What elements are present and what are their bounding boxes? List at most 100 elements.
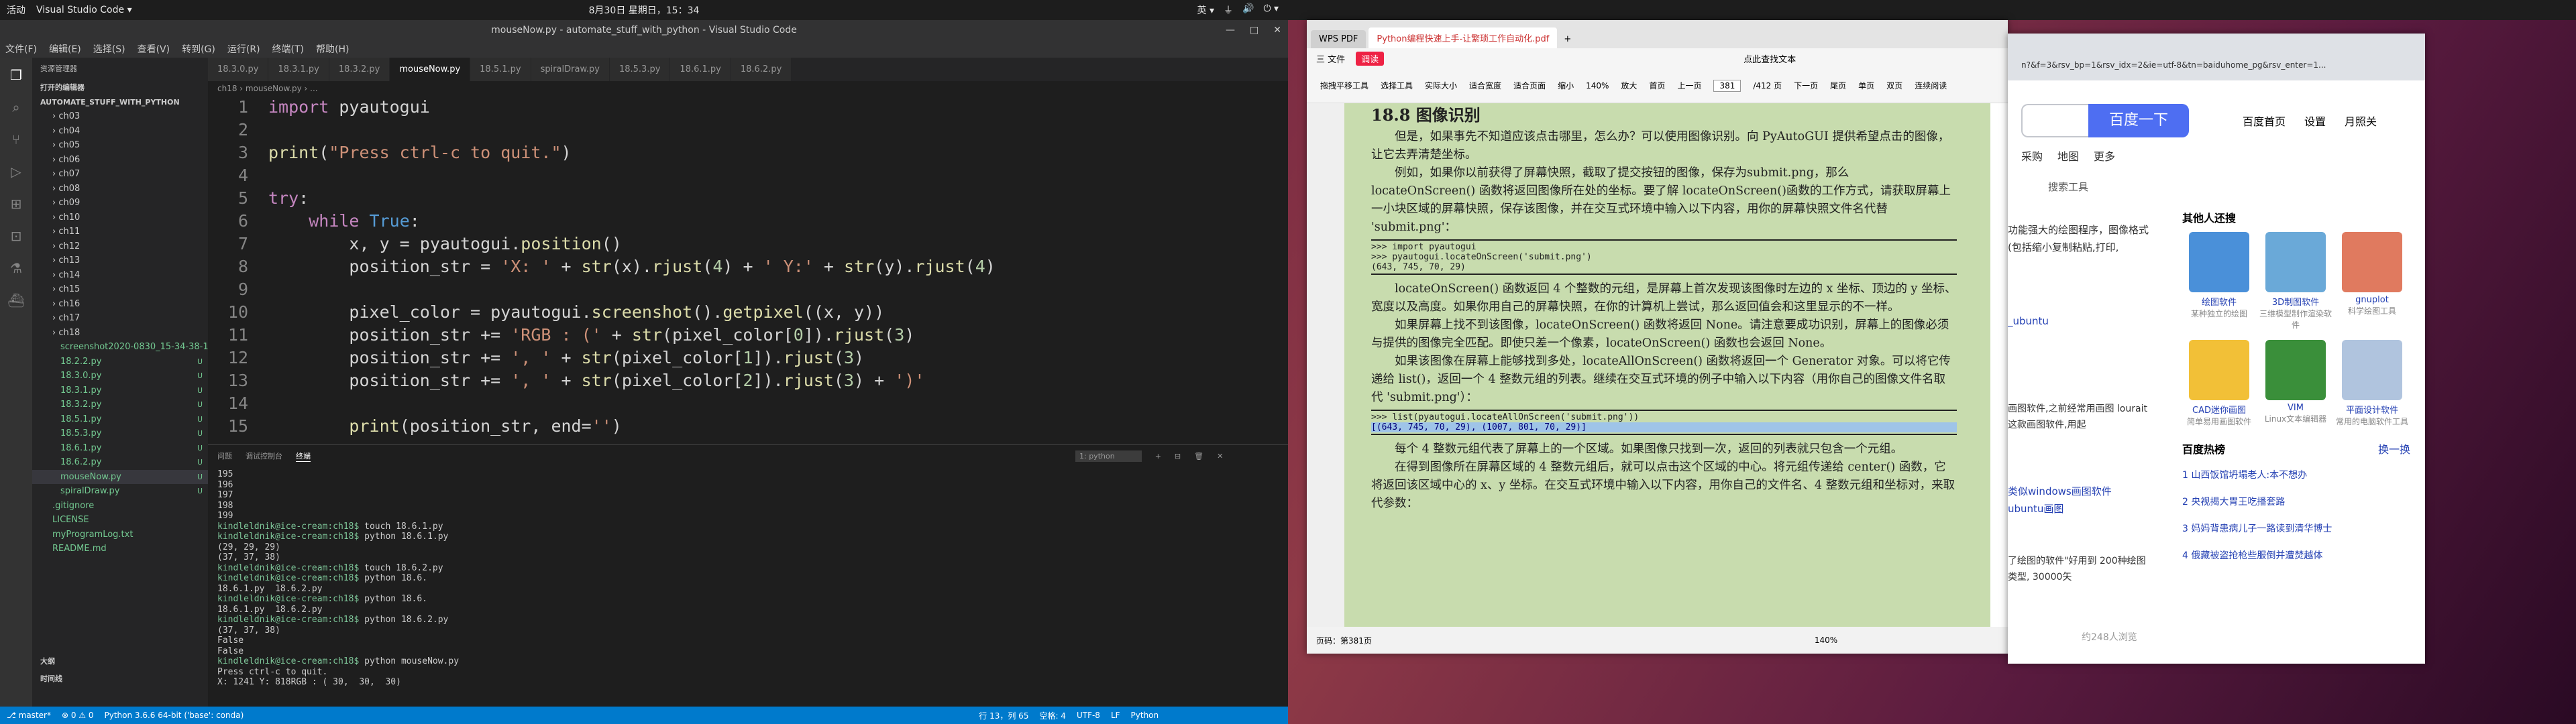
code-line[interactable]: 4 <box>208 164 1288 187</box>
menu-edit[interactable]: 编辑(E) <box>49 42 81 56</box>
tree-folder[interactable]: › ch07 <box>32 167 208 182</box>
maximize-icon[interactable]: □ <box>1250 25 1258 36</box>
timeline-section[interactable]: 时间线 <box>32 670 70 686</box>
search-icon[interactable]: ⌕ <box>12 99 19 115</box>
tree-folder[interactable]: › ch03 <box>32 109 208 124</box>
remote-icon[interactable]: ⊡ <box>11 228 22 244</box>
tab-wps-pdf[interactable]: WPS PDF <box>1311 30 1366 48</box>
menu-selection[interactable]: 选择(S) <box>93 42 125 56</box>
status-item[interactable]: 空格: 4 <box>1039 710 1066 721</box>
tab-problems[interactable]: 问题 <box>217 450 232 461</box>
hot-item[interactable]: 2 央视揭大胃王吃播套路 <box>2182 489 2410 516</box>
menu-help[interactable]: 帮助(H) <box>316 42 349 56</box>
settings-link[interactable]: 设置 <box>2304 113 2326 129</box>
tree-file[interactable]: .gitignore <box>32 499 208 514</box>
app-menu[interactable]: Visual Studio Code ▾ <box>36 5 132 15</box>
related-app[interactable]: CAD迷你画图 简单易用画图软件 <box>2182 340 2256 427</box>
refresh-link[interactable]: 换一换 <box>2378 440 2410 457</box>
input-method[interactable]: 英 ▾ <box>1197 3 1214 17</box>
tree-folder[interactable]: › ch09 <box>32 196 208 210</box>
explorer-icon[interactable]: ❐ <box>10 67 22 83</box>
tree-file[interactable]: README.md <box>32 542 208 556</box>
editor-tab[interactable]: 18.6.1.py <box>670 58 731 81</box>
tree-file[interactable]: 18.3.2.py U <box>32 398 208 412</box>
menu-terminal[interactable]: 终端(T) <box>272 42 304 56</box>
related-app[interactable]: 绘图软件 某种独立的绘图 <box>2182 232 2256 330</box>
tab-terminal[interactable]: 终端 <box>296 450 311 462</box>
tree-folder[interactable]: › ch05 <box>32 138 208 153</box>
tree-folder[interactable]: › ch12 <box>32 239 208 254</box>
tree-folder[interactable]: › ch17 <box>32 311 208 326</box>
wps-tool[interactable]: 连续阅读 <box>1915 80 1947 91</box>
related-app[interactable]: gnuplot 科学绘图工具 <box>2335 232 2409 330</box>
code-line[interactable]: 10 pixel_color = pyautogui.screenshot().… <box>208 301 1288 324</box>
wps-tool[interactable]: 下一页 <box>1794 80 1818 91</box>
extensions-icon[interactable]: ⊞ <box>11 196 22 212</box>
tree-file[interactable]: myProgramLog.txt <box>32 528 208 542</box>
wps-tool[interactable]: 选择工具 <box>1381 80 1413 91</box>
wps-tool[interactable]: 拖拽平移工具 <box>1320 80 1368 91</box>
code-line[interactable]: 12 position_str += ', ' + str(pixel_colo… <box>208 347 1288 369</box>
breadcrumb[interactable]: ch18 › mouseNow.py › ... <box>208 81 1288 96</box>
tree-file[interactable]: 18.5.1.py U <box>32 412 208 427</box>
source-control-icon[interactable]: ⑂ <box>12 131 20 147</box>
wps-tool[interactable]: 上一页 <box>1677 80 1701 91</box>
find-text-input[interactable]: 点此查找文本 <box>1743 52 1796 65</box>
code-line[interactable]: 3 print("Press ctrl-c to quit.") <box>208 141 1288 164</box>
code-line[interactable]: 8 position_str = 'X: ' + str(x).rjust(4)… <box>208 255 1288 278</box>
code-line[interactable]: 1 import pyautogui <box>208 96 1288 119</box>
wps-tool[interactable]: 实际大小 <box>1425 80 1457 91</box>
tab-debug-console[interactable]: 调试控制台 <box>246 450 282 461</box>
code-line[interactable]: 11 position_str += 'RGB : (' + str(pixel… <box>208 324 1288 347</box>
activities-button[interactable]: 活动 <box>7 3 25 17</box>
tree-folder[interactable]: › ch16 <box>32 297 208 312</box>
project-section[interactable]: AUTOMATE_STUFF_WITH_PYTHON <box>32 95 208 109</box>
related-app[interactable]: VIM Linux文本编辑器 <box>2259 340 2332 427</box>
flask-icon[interactable]: ⚗ <box>10 260 22 276</box>
tree-folder[interactable]: › ch13 <box>32 253 208 268</box>
wps-tool[interactable]: 双页 <box>1886 80 1902 91</box>
status-item[interactable]: 行 13，列 65 <box>979 710 1028 721</box>
status-item[interactable]: LF <box>1111 711 1120 720</box>
close-panel-icon[interactable]: ✕ <box>1217 452 1223 461</box>
add-terminal-icon[interactable]: + <box>1155 452 1161 461</box>
new-tab-icon[interactable]: + <box>1560 30 1575 48</box>
tree-folder[interactable]: › ch10 <box>32 210 208 225</box>
wps-tool[interactable]: 缩小 <box>1558 80 1574 91</box>
code-line[interactable]: 15 print(position_str, end='') <box>208 415 1288 438</box>
wps-tool[interactable]: 尾页 <box>1830 80 1846 91</box>
file-menu[interactable]: 三 文件 <box>1316 52 1345 65</box>
baidu-search-button[interactable]: 百度一下 <box>2088 104 2189 137</box>
read-mode-button[interactable]: 调读 <box>1356 51 1385 66</box>
tree-file[interactable]: 18.5.3.py U <box>32 426 208 441</box>
result-link[interactable]: _ubuntu <box>2008 315 2049 327</box>
wps-tool[interactable]: 单页 <box>1858 80 1874 91</box>
address-bar[interactable]: n?&f=3&rsv_bp=1&rsv_idx=2&ie=utf-8&tn=ba… <box>2008 34 2425 80</box>
wps-tool[interactable]: 适合宽度 <box>1469 80 1501 91</box>
volume-icon[interactable]: 🔊 <box>1242 3 1254 17</box>
run-debug-icon[interactable]: ▷ <box>11 164 21 180</box>
user-name[interactable]: 月照关 <box>2345 113 2377 129</box>
tree-file[interactable]: mouseNow.py U <box>32 469 208 484</box>
result-link[interactable]: 类似windows画图软件 ubuntu画图 <box>2008 483 2149 518</box>
wps-tool[interactable]: 381 <box>1713 79 1741 92</box>
wps-tool[interactable]: 适合页面 <box>1513 80 1546 91</box>
wps-tool[interactable]: 首页 <box>1649 80 1665 91</box>
tree-folder[interactable]: › ch11 <box>32 225 208 239</box>
wps-tool[interactable]: 140% <box>1586 81 1609 90</box>
menu-file[interactable]: 文件(F) <box>5 42 37 56</box>
tab-map[interactable]: 地图 <box>2057 147 2079 164</box>
editor-tab[interactable]: 18.6.2.py <box>731 58 792 81</box>
editor-tab[interactable]: 18.5.1.py <box>470 58 531 81</box>
wps-tool[interactable]: 放大 <box>1621 80 1637 91</box>
related-app[interactable]: 3D制图软件 三维模型制作渲染软件 <box>2259 232 2332 330</box>
tab-pdf-file[interactable]: Python编程快速上手-让繁琐工作自动化.pdf <box>1368 27 1558 48</box>
status-item[interactable]: Python <box>1131 711 1159 720</box>
tree-file[interactable]: 18.2.2.py U <box>32 355 208 369</box>
tree-file[interactable]: 18.3.0.py U <box>32 369 208 383</box>
tree-folder[interactable]: › ch15 <box>32 282 208 297</box>
trash-icon[interactable]: 🗑 <box>1194 452 1203 461</box>
menu-view[interactable]: 查看(V) <box>138 42 170 56</box>
code-line[interactable]: 6 while True: <box>208 210 1288 233</box>
status-item[interactable]: ⊗ 0 ⚠ 0 <box>62 711 94 720</box>
